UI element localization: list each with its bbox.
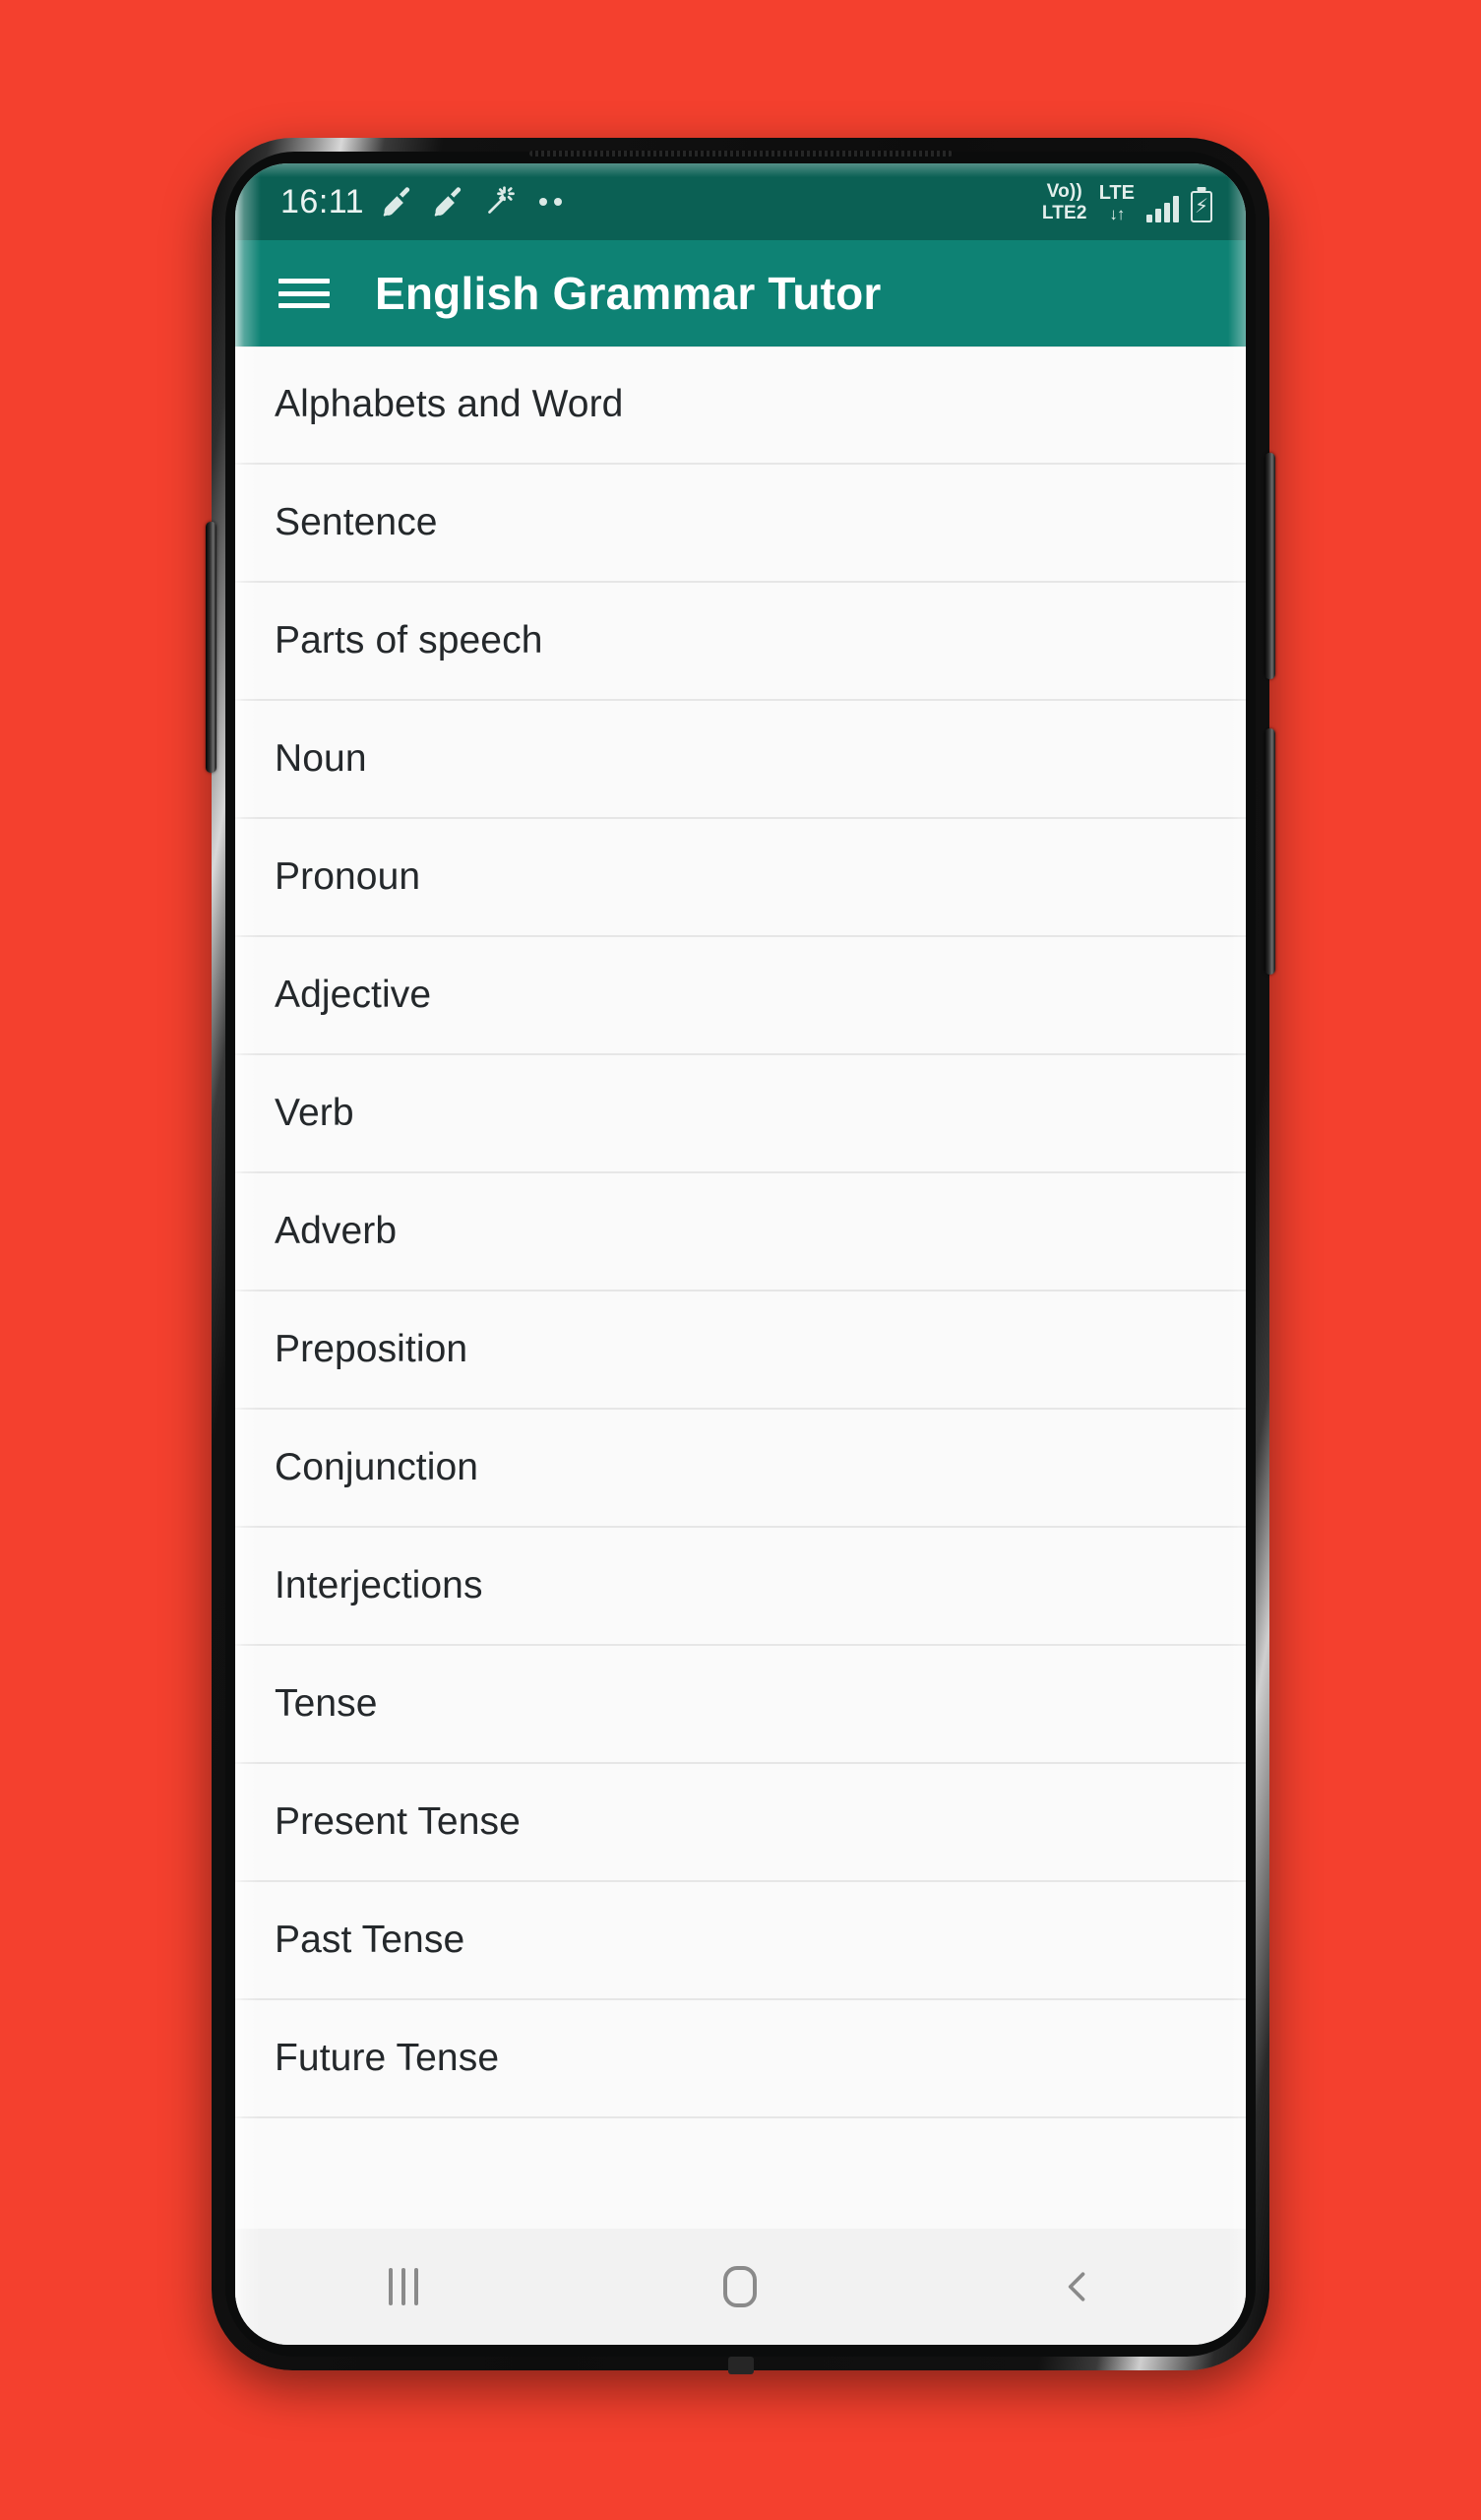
earpiece-grille-icon — [528, 151, 953, 157]
status-bar: 16:11 Vo)) LTE2 LTE ↓↑ ⚡ — [235, 163, 1246, 240]
bixby-button[interactable] — [206, 522, 216, 773]
list-item[interactable] — [235, 2118, 1246, 2229]
cleaner-broom-icon — [380, 184, 415, 220]
network-type-indicator: LTE ↓↑ — [1099, 183, 1135, 222]
list-item[interactable]: Verb — [235, 1055, 1246, 1173]
list-item[interactable]: Preposition — [235, 1292, 1246, 1410]
list-item[interactable]: Alphabets and Word — [235, 346, 1246, 465]
battery-charging-icon: ⚡ — [1191, 190, 1212, 222]
home-icon — [723, 2266, 758, 2307]
volte-line2: LTE2 — [1041, 202, 1087, 223]
list-item[interactable]: Tense — [235, 1646, 1246, 1764]
network-label: LTE — [1098, 181, 1135, 204]
more-notifications-dots-icon — [539, 198, 563, 206]
app-bar: English Grammar Tutor — [235, 240, 1246, 346]
hamburger-menu-icon[interactable] — [278, 274, 330, 313]
home-button[interactable] — [661, 2229, 819, 2345]
phone-device: 16:11 Vo)) LTE2 LTE ↓↑ ⚡ English Grammar… — [206, 138, 1275, 2374]
list-item[interactable]: Future Tense — [235, 2000, 1246, 2118]
list-item[interactable]: Past Tense — [235, 1882, 1246, 2000]
system-navigation-bar — [235, 2229, 1246, 2345]
list-item[interactable]: Adjective — [235, 937, 1246, 1055]
bottom-speaker-slot — [727, 2357, 754, 2374]
volte-indicator: Vo)) LTE2 — [1042, 182, 1087, 222]
status-bar-left: 16:11 — [280, 183, 1042, 221]
power-button[interactable] — [1265, 453, 1275, 679]
list-item[interactable]: Adverb — [235, 1173, 1246, 1292]
volume-rocker[interactable] — [1265, 728, 1275, 975]
page-title: English Grammar Tutor — [375, 268, 882, 319]
list-item[interactable]: Conjunction — [235, 1410, 1246, 1528]
battery-bolt-glyph: ⚡ — [1194, 195, 1209, 218]
volte-line1: Vo)) — [1046, 180, 1082, 202]
list-item[interactable]: Present Tense — [235, 1764, 1246, 1882]
list-item[interactable]: Sentence — [235, 465, 1246, 583]
list-item[interactable]: Pronoun — [235, 819, 1246, 937]
list-item[interactable]: Interjections — [235, 1528, 1246, 1646]
status-bar-clock: 16:11 — [280, 182, 365, 220]
list-item[interactable]: Noun — [235, 701, 1246, 819]
back-button[interactable] — [999, 2229, 1156, 2345]
back-chevron-icon — [1068, 2272, 1085, 2301]
phone-screen: 16:11 Vo)) LTE2 LTE ↓↑ ⚡ English Grammar… — [235, 163, 1246, 2345]
cleaner-broom-icon — [431, 184, 466, 220]
signal-bars-icon — [1146, 195, 1179, 222]
topic-list[interactable]: Alphabets and Word Sentence Parts of spe… — [235, 346, 1246, 2229]
magic-wand-icon — [482, 184, 518, 220]
recents-button[interactable] — [325, 2229, 482, 2345]
recents-icon — [389, 2268, 419, 2305]
list-item[interactable]: Parts of speech — [235, 583, 1246, 701]
data-transfer-arrows-icon: ↓↑ — [1109, 204, 1125, 223]
status-bar-right: Vo)) LTE2 LTE ↓↑ ⚡ — [1042, 182, 1212, 222]
